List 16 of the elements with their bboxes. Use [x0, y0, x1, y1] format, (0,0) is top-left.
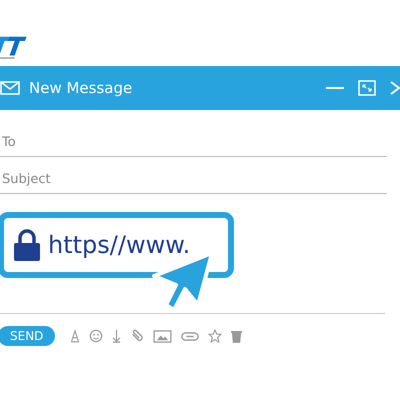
paperclip-icon[interactable]	[130, 329, 144, 343]
text-format-icon[interactable]	[70, 329, 80, 343]
star-icon[interactable]	[208, 329, 222, 343]
lock-icon	[14, 229, 40, 261]
url-text: https//www.	[48, 231, 190, 259]
close-icon[interactable]	[390, 80, 400, 96]
envelope-icon	[0, 81, 20, 95]
send-button[interactable]: SEND	[0, 326, 56, 346]
smiley-icon[interactable]	[89, 329, 104, 343]
download-icon[interactable]	[112, 329, 122, 343]
link-icon[interactable]	[181, 332, 200, 340]
image-icon[interactable]	[153, 330, 172, 342]
trash-icon[interactable]	[231, 330, 242, 342]
maximize-icon[interactable]	[358, 80, 376, 96]
window-title: New Message	[29, 79, 132, 97]
minimize-icon[interactable]	[326, 86, 344, 90]
